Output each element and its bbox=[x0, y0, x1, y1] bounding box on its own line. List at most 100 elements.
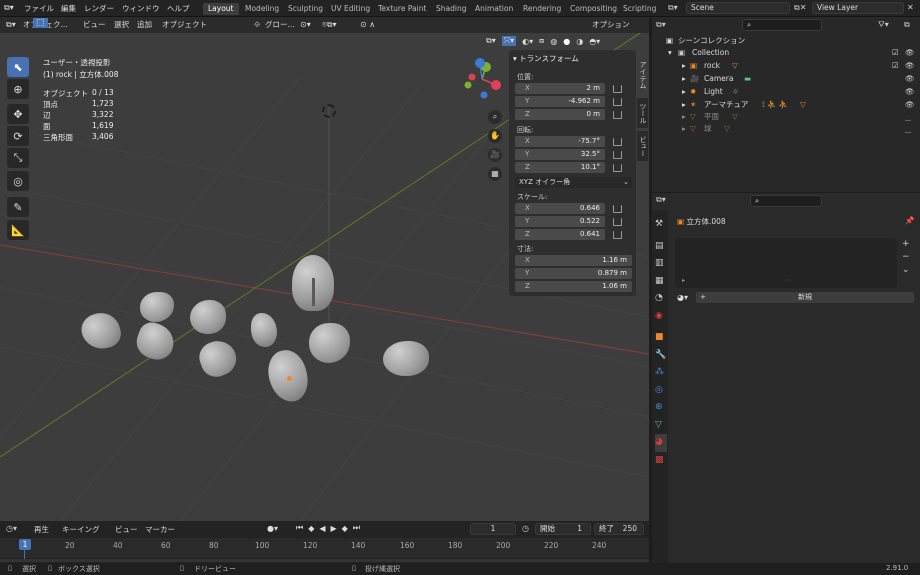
checkbox-icon[interactable]: ☑ bbox=[892, 60, 899, 72]
tab-texture-paint[interactable]: Texture Paint bbox=[373, 3, 431, 15]
rotation-mode-dropdown[interactable]: XYZ オイラー角 ⌄ bbox=[515, 177, 632, 188]
editor-type-icon[interactable]: ⧉▾ bbox=[4, 3, 24, 14]
menu-render[interactable]: レンダー bbox=[84, 3, 114, 14]
tab-shading[interactable]: Shading bbox=[431, 3, 471, 15]
eye-icon[interactable]: 👁 bbox=[905, 73, 915, 85]
slot-menu-icon[interactable]: ⌄ bbox=[902, 264, 910, 277]
transform-tool-icon[interactable]: ◎ bbox=[7, 171, 29, 191]
object-tab-icon[interactable]: ■ bbox=[655, 329, 667, 347]
current-frame-field[interactable]: 1 bbox=[470, 523, 516, 535]
menu-object[interactable]: オブジェクト bbox=[162, 19, 207, 31]
dimensions-y-field[interactable]: Y 0.879 m bbox=[515, 268, 632, 279]
scale-x-field[interactable]: X 0.646 bbox=[515, 203, 605, 214]
checkbox-icon[interactable]: ☑ bbox=[892, 47, 899, 59]
outliner-search-input[interactable]: ⌕ bbox=[742, 19, 822, 31]
hidden-eye-icon[interactable]: ‿ bbox=[905, 123, 911, 135]
rendered-icon[interactable]: ◓▾ bbox=[589, 37, 600, 46]
tab-layout[interactable]: Layout bbox=[203, 3, 239, 15]
dimensions-x-field[interactable]: X 1.16 m bbox=[515, 255, 632, 266]
outliner-item-plane[interactable]: ▸ ▽ 平面 ▽ ‿ bbox=[652, 111, 920, 123]
lock-icon[interactable] bbox=[613, 164, 622, 172]
rotate-tool-icon[interactable]: ⟳ bbox=[7, 126, 29, 146]
rotation-y-field[interactable]: Y 32.5° bbox=[515, 149, 605, 160]
menu-file[interactable]: ファイル bbox=[24, 3, 54, 14]
timeline-scrollbar[interactable] bbox=[0, 559, 649, 562]
scene-close-icon[interactable]: ⧉✕ bbox=[794, 3, 806, 13]
new-collection-icon[interactable]: ⧉ bbox=[904, 20, 910, 30]
playhead[interactable]: 1 bbox=[19, 539, 31, 550]
eye-icon[interactable]: 👁 bbox=[905, 47, 915, 59]
lock-icon[interactable] bbox=[613, 218, 622, 226]
location-y-field[interactable]: Y -4.962 m bbox=[515, 96, 605, 107]
eye-icon[interactable]: 👁 bbox=[905, 86, 915, 98]
physics-tab-icon[interactable]: ◎ bbox=[655, 382, 667, 400]
lock-icon[interactable] bbox=[613, 98, 622, 106]
world-tab-icon[interactable]: ◉ bbox=[655, 308, 667, 326]
tab-animation[interactable]: Animation bbox=[470, 3, 518, 15]
pin-icon[interactable]: 📌 bbox=[905, 216, 914, 225]
tab-compositing[interactable]: Compositing bbox=[565, 3, 622, 15]
menu-keying[interactable]: キーイング bbox=[62, 524, 100, 535]
record-icon[interactable]: ●▾ bbox=[267, 524, 278, 533]
material-icon[interactable]: ◑ bbox=[576, 37, 583, 46]
transform-panel-title[interactable]: ▾ トランスフォーム bbox=[513, 53, 579, 64]
editor-type-dropdown[interactable]: ⧉▾ bbox=[6, 19, 16, 31]
end-frame-field[interactable]: 終了 250 bbox=[594, 523, 644, 535]
overlay-icon[interactable]: ◐▾ bbox=[522, 37, 533, 46]
start-frame-field[interactable]: 開始 1 bbox=[535, 523, 591, 535]
tool-tab-icon[interactable]: ⚒ bbox=[655, 216, 667, 234]
outliner-scene-collection[interactable]: ▣ シーンコレクション bbox=[652, 35, 920, 47]
menu-timeline-view[interactable]: ビュー bbox=[115, 524, 138, 535]
measure-tool-icon[interactable]: 📐 bbox=[7, 220, 29, 240]
light-icon[interactable] bbox=[322, 104, 336, 118]
camera-view-icon[interactable]: 🎥 bbox=[488, 148, 502, 162]
scene-icon[interactable]: ⧉▾ bbox=[668, 3, 678, 13]
proportional-edit-icon[interactable]: ⊙ ∧ bbox=[360, 19, 375, 31]
menu-playback[interactable]: 再生 bbox=[34, 524, 49, 535]
annotate-tool-icon[interactable]: ✎ bbox=[7, 197, 29, 217]
pivot-icon[interactable]: ⊙▾ bbox=[300, 19, 311, 31]
options-dropdown[interactable]: オプション bbox=[592, 19, 630, 31]
lock-icon[interactable] bbox=[613, 138, 622, 146]
texture-tab-icon[interactable]: ▩ bbox=[655, 452, 667, 470]
outliner-item-camera[interactable]: ▸ 🎥 Camera ▬ 👁 bbox=[652, 73, 920, 85]
outliner-item-armature[interactable]: ▸ ✶ アーマチュア ⟟ ⛹ ⛹ ▽ 👁 bbox=[652, 99, 920, 111]
tab-view[interactable]: ビュー bbox=[637, 131, 648, 161]
lock-icon[interactable] bbox=[613, 111, 622, 119]
tab-modeling[interactable]: Modeling bbox=[240, 3, 284, 15]
dimensions-z-field[interactable]: Z 1.06 m bbox=[515, 281, 632, 292]
outliner-item-light[interactable]: ▸ ✹ Light ☼ 👁 bbox=[652, 86, 920, 98]
timeline-editor-icon[interactable]: ◷▾ bbox=[6, 524, 17, 533]
view-layer-tab-icon[interactable]: ▦ bbox=[655, 273, 667, 291]
output-tab-icon[interactable]: ▥ bbox=[655, 255, 667, 273]
tab-rendering[interactable]: Rendering bbox=[518, 3, 566, 15]
menu-window[interactable]: ウィンドウ bbox=[122, 3, 160, 14]
modifier-tab-icon[interactable]: 🔧 bbox=[655, 347, 667, 365]
xray-icon[interactable]: ⧈ bbox=[539, 36, 544, 46]
material-browse-icon[interactable]: ◕▾ bbox=[677, 293, 688, 302]
menu-marker[interactable]: マーカー bbox=[145, 524, 175, 535]
menu-add[interactable]: 追加 bbox=[137, 19, 152, 31]
cursor-tool-icon[interactable]: ⊕ bbox=[7, 79, 29, 99]
play-reverse-icon[interactable]: ◀ bbox=[319, 524, 325, 533]
location-x-field[interactable]: X 2 m bbox=[515, 83, 605, 94]
lock-icon[interactable] bbox=[613, 85, 622, 93]
visibility-icon[interactable]: ⧉▾ bbox=[486, 36, 496, 46]
hidden-eye-icon[interactable]: ‿ bbox=[905, 111, 911, 123]
play-icon[interactable]: ▶ bbox=[331, 524, 337, 533]
properties-search-input[interactable]: ⌕ bbox=[750, 195, 822, 207]
jump-start-icon[interactable]: ⏮ bbox=[296, 523, 303, 533]
data-tab-icon[interactable]: ▽ bbox=[655, 417, 667, 435]
scale-y-field[interactable]: Y 0.522 bbox=[515, 216, 605, 227]
menu-view[interactable]: ビュー bbox=[83, 19, 106, 31]
location-z-field[interactable]: Z 0 m bbox=[515, 109, 605, 120]
render-tab-icon[interactable]: ▤ bbox=[655, 238, 667, 256]
transform-orientation-dropdown[interactable]: グロー... bbox=[265, 19, 295, 31]
menu-help[interactable]: ヘルプ bbox=[167, 3, 190, 14]
constraint-tab-icon[interactable]: ⊛ bbox=[655, 399, 667, 417]
rotation-z-field[interactable]: Z 10.1° bbox=[515, 162, 605, 173]
rock-object[interactable] bbox=[383, 341, 429, 376]
lock-icon[interactable] bbox=[613, 231, 622, 239]
scene-tab-icon[interactable]: ◔ bbox=[655, 290, 667, 308]
tweak-icon[interactable]: ⬚ bbox=[33, 18, 48, 28]
